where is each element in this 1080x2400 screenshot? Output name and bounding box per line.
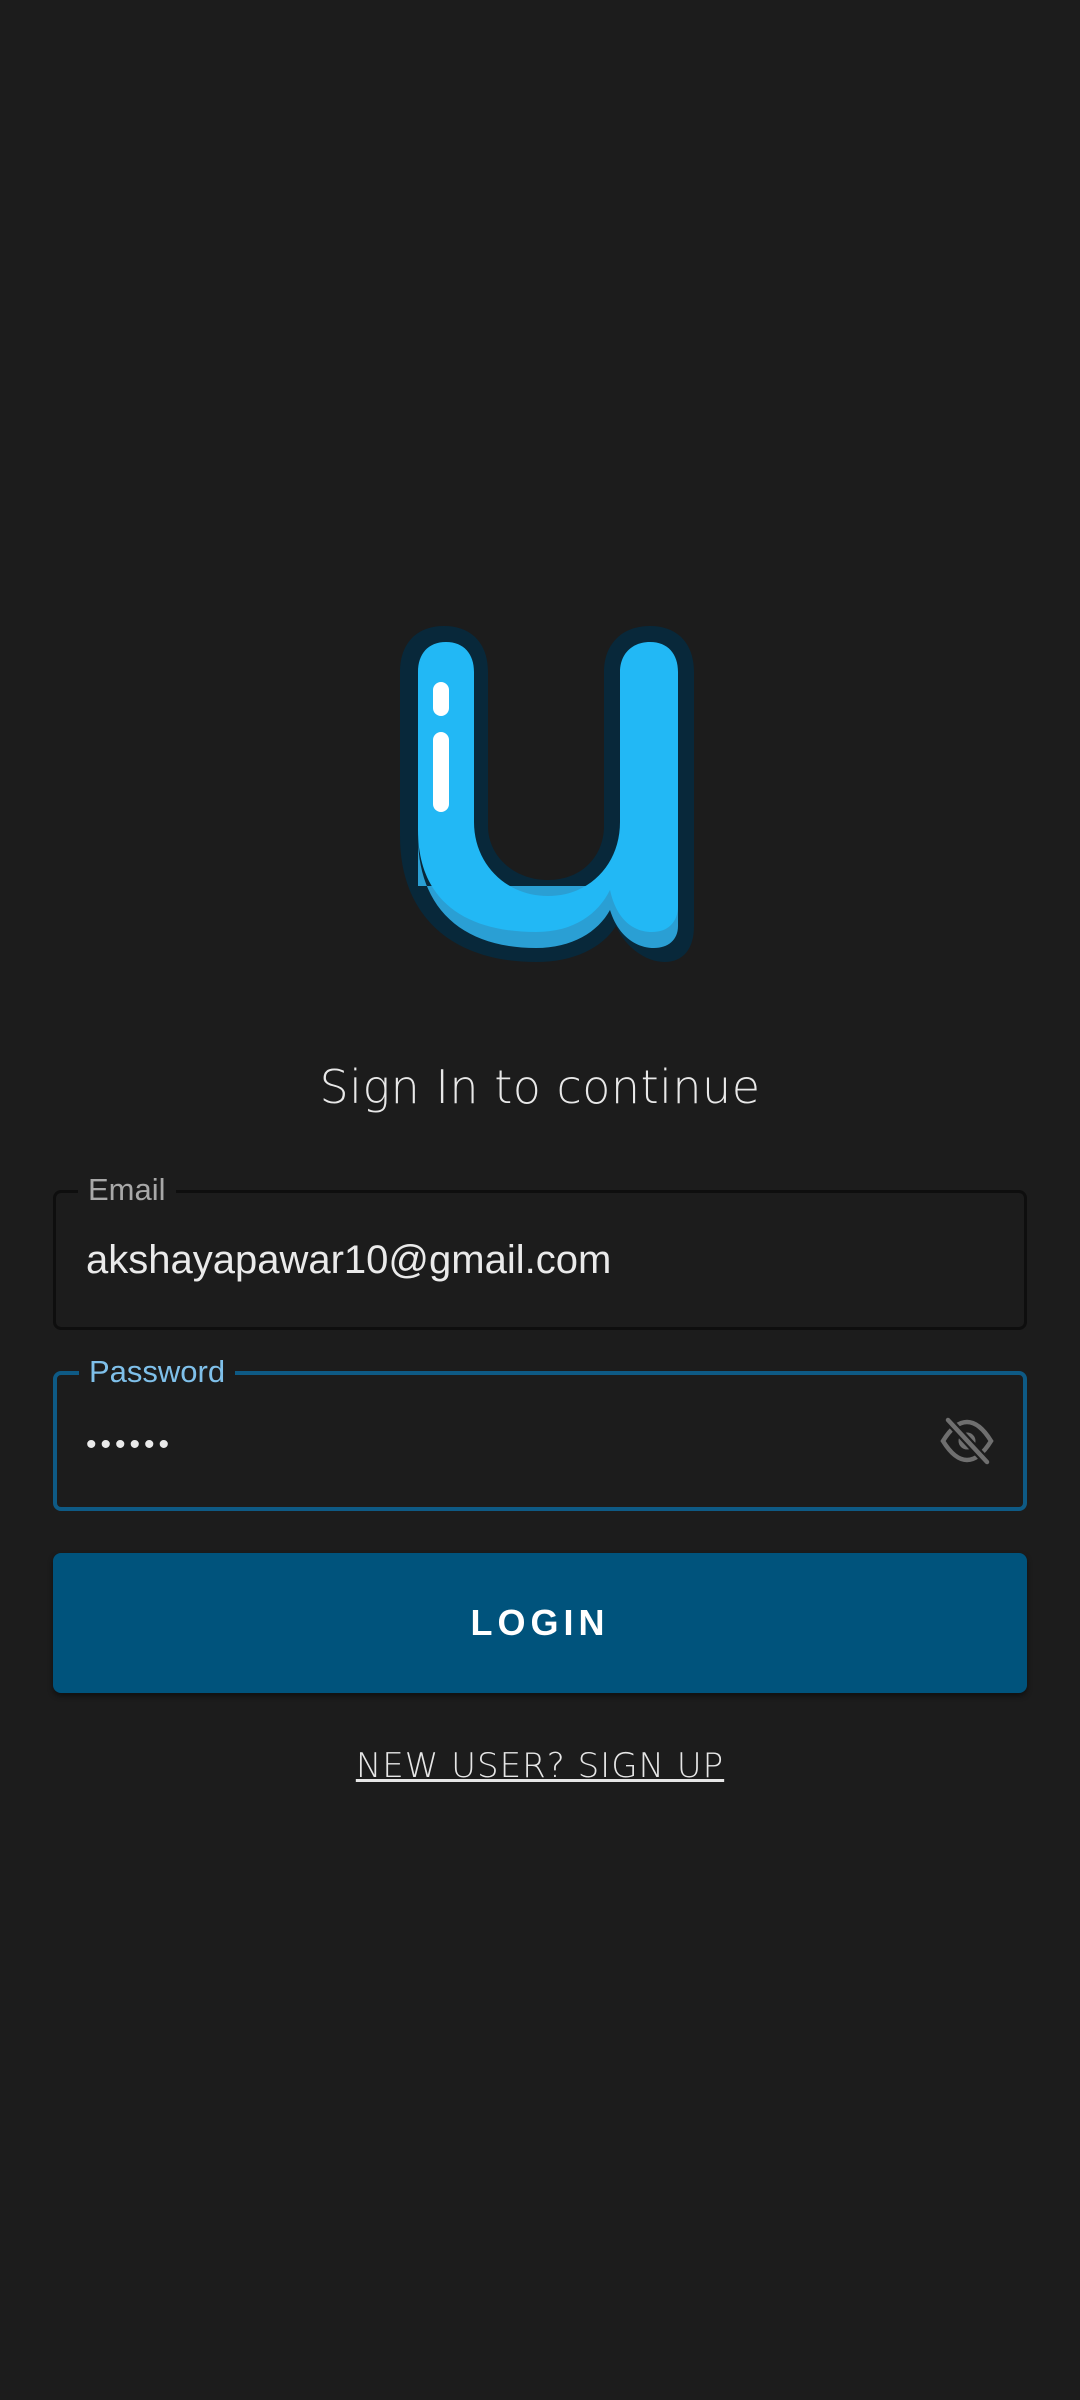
password-input[interactable]: •••••• bbox=[86, 1375, 173, 1511]
signup-link[interactable]: NEW USER? SIGN UP bbox=[0, 1746, 1080, 1786]
email-field[interactable]: Email akshayapawar10@gmail.com bbox=[53, 1171, 1027, 1330]
login-button[interactable]: LOGIN bbox=[53, 1553, 1027, 1693]
sign-in-subtitle: Sign In to continue bbox=[319, 1060, 761, 1114]
email-input[interactable]: akshayapawar10@gmail.com bbox=[86, 1193, 611, 1327]
password-field[interactable]: Password •••••• bbox=[53, 1353, 1027, 1511]
visibility-off-icon[interactable] bbox=[939, 1415, 995, 1467]
app-logo-icon bbox=[400, 626, 694, 962]
